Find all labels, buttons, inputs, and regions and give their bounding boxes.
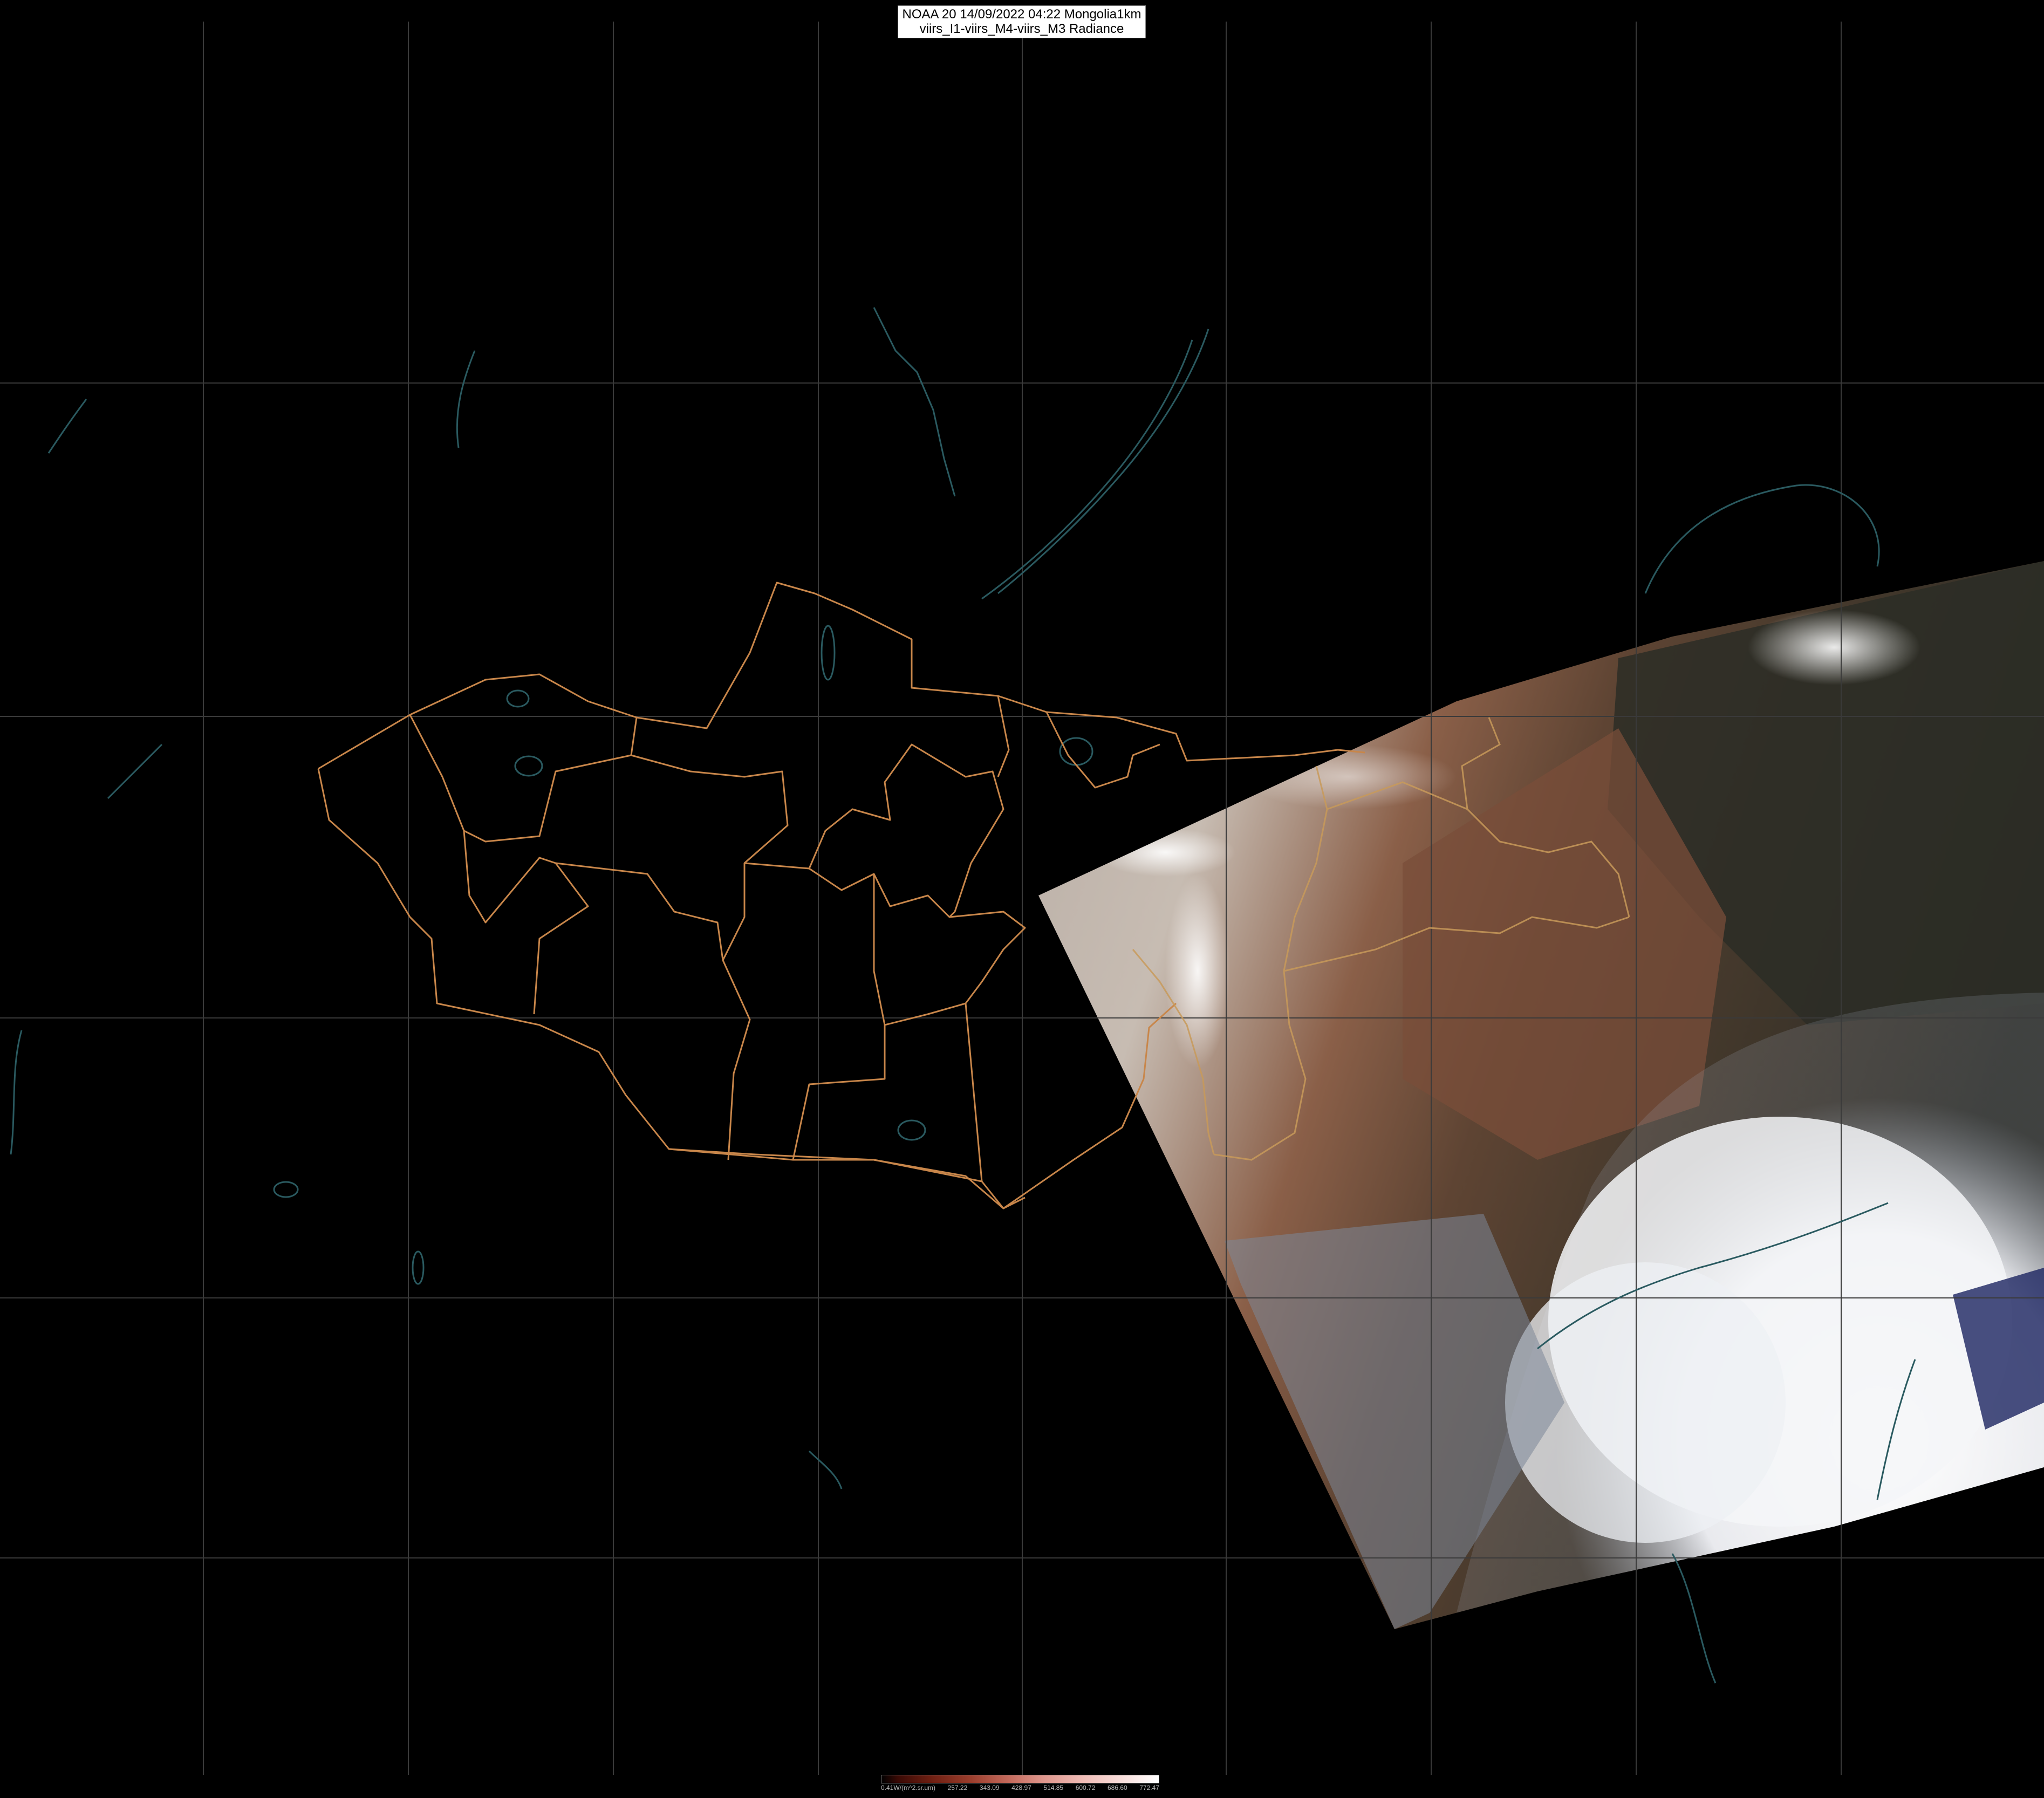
title-line-1: NOAA 20 14/09/2022 04:22 Mongolia1km [902, 7, 1141, 22]
color-legend: 0.41W/(m^2.sr.um) 257.22 343.09 428.97 5… [881, 1775, 1159, 1796]
legend-tick-3: 428.97 [1011, 1784, 1031, 1792]
legend-tick-4: 514.85 [1043, 1784, 1064, 1792]
legend-colorbar [881, 1775, 1159, 1783]
viirs-swath [1038, 561, 2044, 1629]
legend-tick-2: 343.09 [979, 1784, 1000, 1792]
legend-tick-0: 0.41W/(m^2.sr.um) [881, 1784, 935, 1792]
title-box: NOAA 20 14/09/2022 04:22 Mongolia1km vii… [898, 5, 1146, 38]
title-line-2: viirs_I1-viirs_M4-viirs_M3 Radiance [919, 22, 1124, 36]
legend-tick-5: 600.72 [1075, 1784, 1096, 1792]
legend-ticks: 0.41W/(m^2.sr.um) 257.22 343.09 428.97 5… [881, 1784, 1159, 1795]
legend-tick-1: 257.22 [947, 1784, 968, 1792]
legend-tick-7: 772.47 [1139, 1784, 1159, 1792]
legend-tick-6: 686.60 [1107, 1784, 1127, 1792]
satellite-map [0, 22, 2044, 1775]
